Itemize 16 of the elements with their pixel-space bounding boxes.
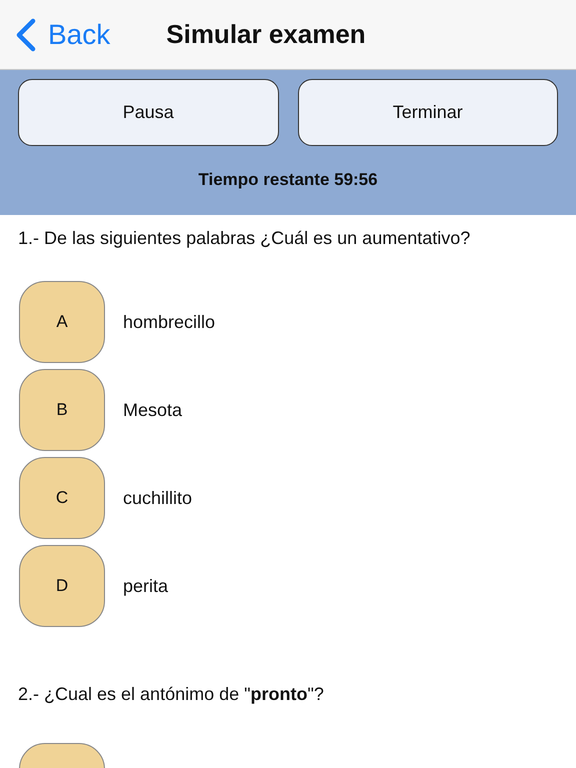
answer-text: cuchillito — [123, 488, 192, 508]
question-text: 1.- De las siguientes palabras ¿Cuál es un aumentativo? — [18, 227, 472, 250]
answer-text: Mesota — [123, 400, 182, 420]
back-chevron-icon — [14, 18, 36, 52]
finish-button[interactable]: Terminar — [298, 79, 558, 146]
question-text: 2.- ¿Cual es el antónimo de "pronto"? — [18, 683, 325, 706]
screen-title: Simular examen — [166, 19, 366, 50]
answer-text: perita — [123, 576, 168, 596]
back-button[interactable]: Back — [14, 18, 110, 52]
answer-option-button[interactable]: C — [19, 457, 105, 539]
answer-option-button[interactable]: B — [19, 369, 105, 451]
time-remaining: Tiempo restante 59:56 — [197, 170, 379, 190]
pause-button[interactable]: Pausa — [18, 79, 278, 146]
answer-text: hombrecillo — [123, 312, 216, 332]
answer-option-button[interactable]: A — [19, 281, 105, 363]
answer-option-button[interactable]: D — [19, 545, 105, 627]
